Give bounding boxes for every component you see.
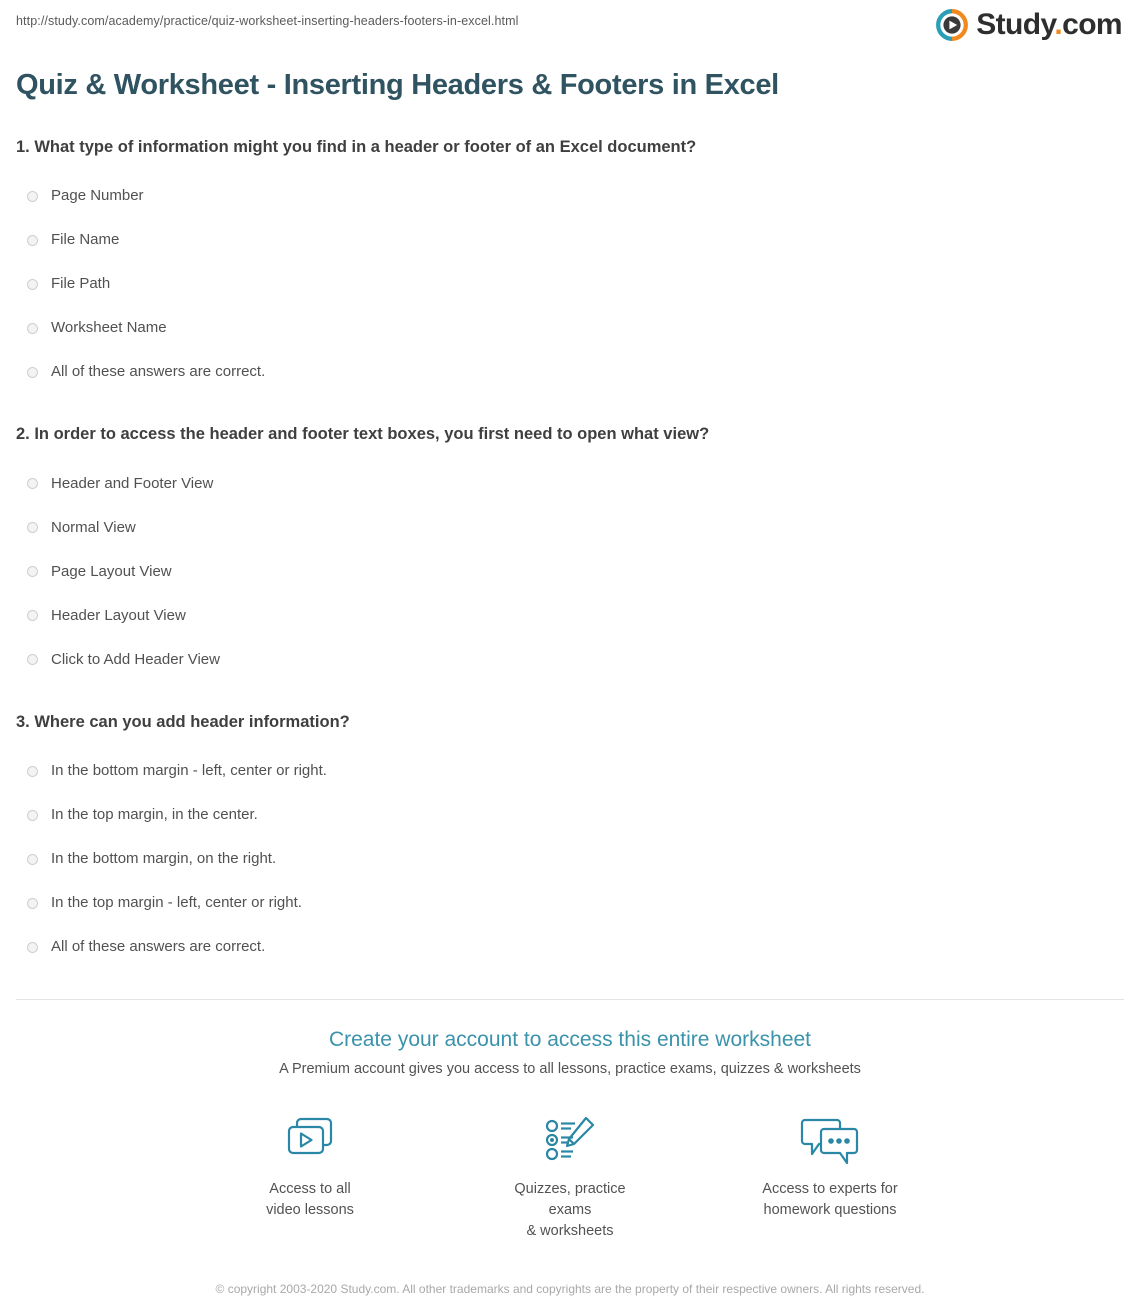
question-block: 3. Where can you add header information?… — [16, 712, 1124, 969]
video-lessons-icon — [235, 1109, 385, 1171]
answer-option-label: Worksheet Name — [51, 319, 167, 337]
play-circle-icon — [936, 9, 969, 41]
radio-button-icon[interactable] — [27, 478, 38, 490]
answer-option-label: All of these answers are correct. — [51, 938, 266, 956]
answer-option-label: Page Layout View — [51, 562, 172, 580]
feature-label: Access to all video lessons — [266, 1181, 354, 1219]
radio-button-icon[interactable] — [27, 897, 38, 909]
radio-button-icon[interactable] — [27, 566, 38, 578]
answer-option-label: All of these answers are correct. — [51, 363, 266, 381]
feature-item: Access to all video lessons — [235, 1109, 385, 1242]
answer-option[interactable]: Worksheet Name — [16, 306, 1124, 350]
radio-button-icon[interactable] — [27, 322, 38, 334]
answer-option-label: In the top margin, in the center. — [51, 806, 258, 824]
radio-button-icon[interactable] — [27, 234, 38, 246]
brand-name: Study — [976, 8, 1055, 41]
radio-button-icon[interactable] — [27, 853, 38, 865]
answer-option-label: Header Layout View — [51, 606, 186, 624]
answer-option[interactable]: In the top margin - left, center or righ… — [16, 881, 1124, 925]
answer-option[interactable]: Page Number — [16, 174, 1124, 218]
brand-suffix: com — [1062, 8, 1122, 41]
radio-button-icon[interactable] — [27, 366, 38, 378]
answer-option[interactable]: Click to Add Header View — [16, 638, 1124, 682]
answer-option[interactable]: File Path — [16, 262, 1124, 306]
copyright-text: © copyright 2003-2020 Study.com. All oth… — [215, 1282, 925, 1297]
radio-button-icon[interactable] — [27, 941, 38, 953]
browser-header: http://study.com/academy/practice/quiz-w… — [0, 0, 1140, 62]
answer-option-label: File Name — [51, 231, 120, 249]
radio-button-icon[interactable] — [27, 522, 38, 534]
answer-option[interactable]: Normal View — [16, 506, 1124, 550]
quiz-pencil-icon — [495, 1109, 645, 1171]
answer-options: In the bottom margin - left, center or r… — [16, 749, 1124, 969]
quiz-questions: 1. What type of information might you fi… — [16, 103, 1124, 969]
cta-title[interactable]: Create your account to access this entir… — [0, 1027, 1140, 1052]
create-account-cta: Create your account to access this entir… — [0, 1000, 1140, 1298]
feature-label: Access to experts for homework questions — [762, 1181, 898, 1219]
answer-options: Page Number File Name File Path Workshee… — [16, 174, 1124, 394]
brand-wordmark: Study.com — [976, 10, 1122, 40]
question-block: 2. In order to access the header and foo… — [16, 424, 1124, 681]
answer-option-label: Page Number — [51, 187, 144, 205]
answer-option-label: In the top margin - left, center or righ… — [51, 894, 302, 912]
answer-option[interactable]: All of these answers are correct. — [16, 350, 1124, 394]
page-title: Quiz & Worksheet - Inserting Headers & F… — [16, 69, 779, 101]
answer-option[interactable]: Header Layout View — [16, 594, 1124, 638]
answer-option[interactable]: In the bottom margin, on the right. — [16, 837, 1124, 881]
answer-option[interactable]: All of these answers are correct. — [16, 925, 1124, 969]
answer-option[interactable]: In the bottom margin - left, center or r… — [16, 749, 1124, 793]
answer-option-label: File Path — [51, 275, 111, 293]
answer-option[interactable]: Header and Footer View — [16, 462, 1124, 506]
answer-option[interactable]: File Name — [16, 218, 1124, 262]
answer-option-label: Header and Footer View — [51, 474, 214, 492]
question-text: 3. Where can you add header information? — [16, 712, 350, 731]
answer-option-label: Normal View — [51, 518, 136, 536]
radio-button-icon[interactable] — [27, 809, 38, 821]
question-text: 2. In order to access the header and foo… — [16, 425, 710, 444]
feature-list: Access to all video lessons Quizzes, pra… — [0, 1109, 1140, 1242]
answer-option[interactable]: In the top margin, in the center. — [16, 793, 1124, 837]
radio-button-icon[interactable] — [27, 190, 38, 202]
radio-button-icon[interactable] — [27, 610, 38, 622]
answer-option-label: In the bottom margin - left, center or r… — [51, 762, 327, 780]
answer-option-label: Click to Add Header View — [51, 650, 220, 668]
answer-option[interactable]: Page Layout View — [16, 550, 1124, 594]
question-text: 1. What type of information might you fi… — [16, 137, 697, 156]
answer-options: Header and Footer View Normal View Page … — [16, 462, 1124, 682]
feature-item: Access to experts for homework questions — [755, 1109, 905, 1242]
feature-label: Quizzes, practice exams & worksheets — [514, 1181, 626, 1240]
radio-button-icon[interactable] — [27, 765, 38, 777]
question-block: 1. What type of information might you fi… — [16, 137, 1124, 394]
cta-subtitle: A Premium account gives you access to al… — [279, 1061, 861, 1078]
study-com-logo[interactable]: Study.com — [935, 8, 1123, 42]
chat-bubbles-icon — [755, 1109, 905, 1171]
brand-dot: . — [1054, 8, 1063, 41]
radio-button-icon[interactable] — [27, 654, 38, 666]
answer-option-label: In the bottom margin, on the right. — [51, 850, 277, 868]
feature-item: Quizzes, practice exams & worksheets — [495, 1109, 645, 1242]
worksheet-page: http://study.com/academy/practice/quiz-w… — [0, 0, 1140, 1301]
radio-button-icon[interactable] — [27, 278, 38, 290]
